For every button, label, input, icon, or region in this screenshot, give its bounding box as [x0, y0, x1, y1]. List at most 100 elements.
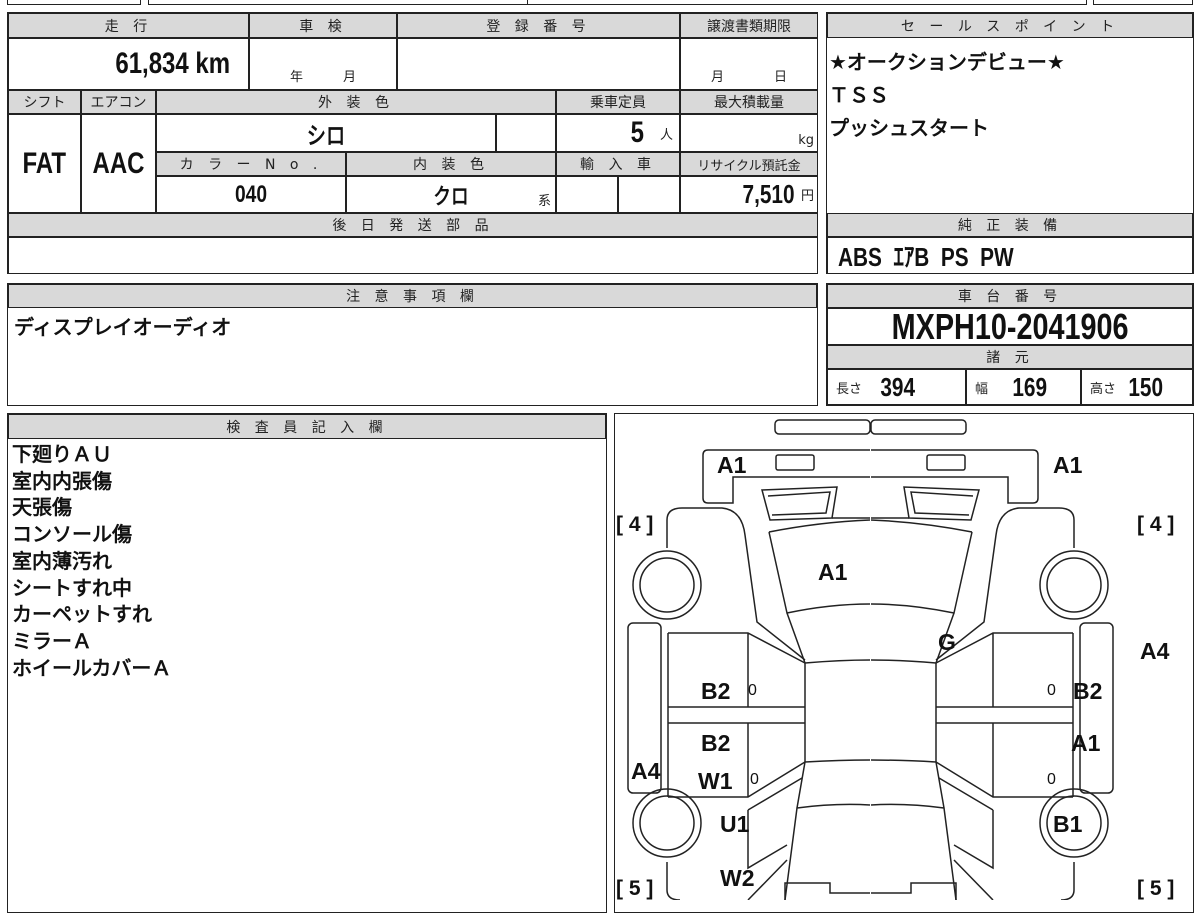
damage-label: W1: [698, 768, 733, 794]
equipment-value: ABS ｴｱB PS PW: [838, 242, 1014, 272]
height-cell: 高さ 150: [1081, 369, 1193, 405]
vehicle-info-table: 走 行 車 検 登 録 番 号 譲渡書類期限 61,834 km 年月 月日 シ…: [7, 12, 818, 274]
registration-header: 登 録 番 号: [397, 13, 680, 38]
capacity-header: 乗車定員: [556, 90, 680, 114]
mileage-cell: 61,834 km: [8, 38, 249, 90]
sales-points-box: セ ー ル ス ポ イ ン ト ★オークションデビュー★ ＴＳＳ プッシュスター…: [826, 12, 1194, 274]
interior-color-header: 内 装 色: [346, 152, 556, 176]
sales-points-header: セ ー ル ス ポ イ ン ト: [827, 13, 1193, 38]
transfer-deadline-header: 譲渡書類期限: [680, 13, 818, 38]
damage-label: A1: [1053, 452, 1083, 478]
color-no-cell: 040: [156, 176, 346, 213]
chassis-header: 車 台 番 号: [827, 284, 1193, 308]
inspector-note: ミラーＡ: [12, 628, 92, 653]
damage-label: G: [938, 629, 956, 655]
recycle-header: リサイクル預託金: [680, 152, 818, 176]
notes-header: 注 意 事 項 欄: [8, 284, 817, 308]
damage-label: A4: [631, 758, 661, 784]
color-no-value: 040: [234, 180, 268, 208]
later-parts-header: 後 日 発 送 部 品: [8, 213, 818, 237]
width-cell: 幅 169: [966, 369, 1081, 405]
damage-label: A1: [717, 452, 747, 478]
month-label: 月: [343, 70, 357, 85]
top-strip-cell: [1093, 0, 1193, 5]
capacity-cell: 5人: [556, 114, 680, 152]
month-label: 月: [710, 70, 724, 85]
notes-value: ディスプレイオーディオ: [14, 315, 232, 339]
import-header: 輸 入 車: [556, 152, 680, 176]
color-no-header: カ ラ ー N o .: [156, 152, 346, 176]
inspector-note: カーペットすれ: [12, 602, 152, 627]
ac-value: AAC: [92, 146, 145, 180]
registration-cell: [397, 38, 680, 90]
inspector-box: 検 査 員 記 入 欄 下廻りＡＵ 室内内張傷 天張傷 コンソール傷 室内薄汚れ…: [7, 413, 607, 913]
interior-color-value: クロ: [433, 183, 469, 209]
damage-label: [ 5 ]: [616, 877, 653, 900]
damage-label: 0: [1047, 682, 1056, 699]
damage-label: U1: [720, 811, 750, 837]
damage-label: 0: [748, 682, 757, 699]
interior-color-cell: クロ 系: [346, 176, 556, 213]
exterior-color-header: 外 装 色: [156, 90, 556, 114]
inspector-notes: 下廻りＡＵ 室内内張傷 天張傷 コンソール傷 室内薄汚れ シートすれ中 カーペッ…: [12, 441, 171, 681]
car-diagram: A1 A1 [ 4 ] [ 4 ] A1 G A4 B2 0 0 B2 B2 A…: [616, 418, 1174, 900]
damage-label: W2: [720, 865, 755, 891]
damage-diagram-box: A1 A1 [ 4 ] [ 4 ] A1 G A4 B2 0 0 B2 B2 A…: [614, 413, 1194, 913]
width-value: 169: [1012, 371, 1048, 402]
recycle-unit: 円: [800, 189, 814, 204]
damage-label: 0: [1047, 771, 1056, 788]
inspector-note: コンソール傷: [12, 522, 132, 547]
import-cell-b: [618, 176, 680, 213]
sales-point: ★オークションデビュー★: [829, 50, 1065, 74]
height-value: 150: [1128, 371, 1164, 402]
damage-label: A1: [818, 559, 848, 585]
mileage-value: 61,834 km: [114, 47, 230, 80]
top-strip-cell: [7, 0, 141, 5]
interior-color-suffix: 系: [537, 194, 551, 209]
inspector-note: 室内内張傷: [12, 468, 112, 493]
shift-value: FAT: [22, 146, 67, 180]
later-parts-cell: [8, 237, 818, 274]
year-label: 年: [289, 70, 303, 85]
inspector-note: ホイールカバーＡ: [12, 655, 172, 680]
inspector-note: 室内薄汚れ: [12, 548, 112, 573]
mileage-header: 走 行: [8, 13, 249, 38]
damage-label: A4: [1140, 638, 1170, 664]
damage-label: [ 4 ]: [1137, 513, 1174, 536]
chassis-box: 車 台 番 号 MXPH10-2041906 諸 元 長さ 394 幅 169 高さ…: [826, 283, 1194, 406]
width-label: 幅: [975, 381, 989, 397]
max-load-unit: kg: [798, 133, 814, 148]
capacity-value: 5: [630, 116, 645, 149]
damage-label: B2: [701, 678, 730, 704]
exterior-color-value: シロ: [306, 122, 346, 150]
day-label: 日: [774, 70, 788, 85]
spec-header: 諸 元: [827, 345, 1193, 369]
damage-label: [ 4 ]: [616, 513, 653, 536]
recycle-value: 7,510: [742, 179, 795, 209]
length-cell: 長さ 394: [827, 369, 966, 405]
equipment-header: 純 正 装 備: [827, 213, 1193, 237]
inspector-header: 検 査 員 記 入 欄: [8, 414, 606, 439]
sales-point: ＴＳＳ: [829, 83, 889, 107]
transfer-cell: 月日: [680, 38, 818, 90]
exterior-color-cell: シロ: [156, 114, 496, 152]
sales-points-list: ★オークションデビュー★ ＴＳＳ プッシュスタート: [829, 46, 1065, 145]
damage-label: [ 5 ]: [1137, 877, 1174, 900]
damage-label: B2: [701, 730, 730, 756]
import-cell-a: [556, 176, 618, 213]
ac-header: エアコン: [81, 90, 156, 114]
chassis-number: MXPH10-2041906: [891, 305, 1129, 347]
sales-point: プッシュスタート: [829, 116, 989, 140]
notes-box: 注 意 事 項 欄 ディスプレイオーディオ: [7, 283, 818, 406]
shift-header: シフト: [8, 90, 81, 114]
height-label: 高さ: [1090, 381, 1117, 397]
ac-cell: AAC: [81, 114, 156, 213]
inspector-note: 下廻りＡＵ: [12, 442, 112, 466]
max-load-cell: kg: [680, 114, 818, 152]
top-strip-cell: [148, 0, 528, 5]
length-value: 394: [880, 371, 916, 402]
recycle-cell: 7,510 円: [680, 176, 818, 213]
damage-label: 0: [750, 771, 759, 788]
damage-label: B1: [1053, 811, 1083, 837]
inspector-note: 天張傷: [12, 495, 72, 520]
